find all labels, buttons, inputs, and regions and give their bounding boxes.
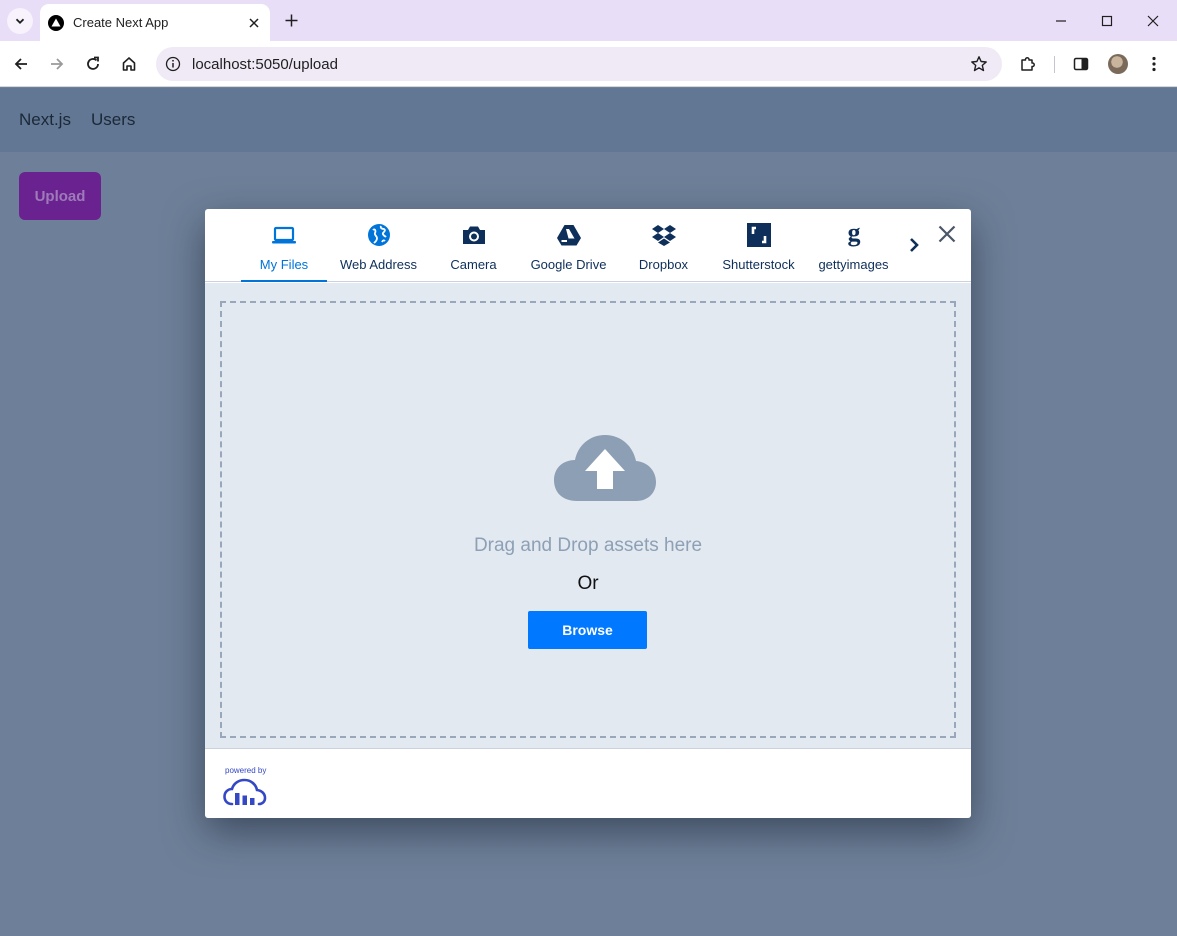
minimize-button[interactable] <box>1038 0 1084 41</box>
site-info-icon[interactable] <box>164 55 182 73</box>
powered-by-label: powered by <box>225 766 267 775</box>
drop-zone[interactable]: Drag and Drop assets here Or Browse <box>220 301 956 738</box>
browse-button[interactable]: Browse <box>528 611 647 649</box>
svg-text:g: g <box>847 222 860 247</box>
side-panel-button[interactable] <box>1067 50 1095 78</box>
browser-toolbar: localhost:5050/upload <box>0 41 1177 87</box>
browser-tab-strip: Create Next App <box>0 0 1177 41</box>
tab-my-files[interactable]: My Files <box>241 209 327 282</box>
camera-icon <box>461 222 487 248</box>
drop-instructions: Drag and Drop assets here <box>473 535 703 556</box>
chevron-down-icon <box>15 18 25 24</box>
extensions-button[interactable] <box>1014 50 1042 78</box>
close-window-button[interactable] <box>1130 0 1176 41</box>
side-panel-icon <box>1073 57 1089 71</box>
toolbar-divider <box>1054 56 1055 73</box>
tab-label: Camera <box>450 257 497 272</box>
back-button[interactable] <box>7 50 35 78</box>
more-vertical-icon <box>1152 56 1156 72</box>
profile-avatar[interactable] <box>1108 54 1128 74</box>
drop-area: Drag and Drop assets here Or Browse <box>205 283 971 749</box>
close-icon <box>1147 15 1159 26</box>
tab-dropbox[interactable]: Dropbox <box>616 209 711 282</box>
globe-icon <box>366 222 392 248</box>
home-button[interactable] <box>115 50 143 78</box>
tab-close-icon[interactable] <box>244 13 264 33</box>
browser-menu-button[interactable] <box>1140 50 1168 78</box>
nav-link-nextjs[interactable]: Next.js <box>19 110 71 130</box>
reload-button[interactable] <box>79 50 107 78</box>
tab-shutterstock[interactable]: Shutterstock <box>711 209 806 282</box>
gettyimages-icon: g <box>841 222 867 248</box>
chevron-right-icon <box>910 238 919 252</box>
laptop-icon <box>271 222 297 248</box>
home-icon <box>122 57 136 71</box>
cloud-upload-icon <box>554 435 656 501</box>
puzzle-icon <box>1021 57 1035 71</box>
tab-web-address[interactable]: Web Address <box>331 209 426 282</box>
browser-tab[interactable]: Create Next App <box>40 4 270 41</box>
arrow-left-icon <box>14 58 27 70</box>
url-text[interactable]: localhost:5050/upload <box>192 56 968 73</box>
tab-label: My Files <box>259 257 309 272</box>
address-bar[interactable]: localhost:5050/upload <box>156 47 1002 81</box>
tab-gettyimages[interactable]: g gettyimages <box>806 209 901 282</box>
nextjs-favicon-icon <box>48 14 64 31</box>
app-navbar: Next.js Users <box>0 88 1177 152</box>
shutterstock-icon <box>746 222 772 248</box>
source-tabs: My Files Web Address Camera Google Drive <box>205 209 971 282</box>
tab-search-button[interactable] <box>7 8 33 34</box>
maximize-icon <box>1101 15 1113 26</box>
dropbox-icon <box>651 222 677 248</box>
forward-button[interactable] <box>43 50 71 78</box>
nav-link-users[interactable]: Users <box>91 110 135 130</box>
tab-label: Shutterstock <box>722 257 795 272</box>
bookmark-star-icon[interactable] <box>968 53 990 75</box>
tab-title: Create Next App <box>73 15 169 30</box>
maximize-button[interactable] <box>1084 0 1130 41</box>
new-tab-button[interactable] <box>280 9 302 31</box>
tab-label: Web Address <box>339 257 418 272</box>
tab-label: Dropbox <box>638 257 689 272</box>
tab-label: Google Drive <box>530 257 607 272</box>
tab-google-drive[interactable]: Google Drive <box>521 209 616 282</box>
tab-label: gettyimages <box>818 257 889 272</box>
upload-button[interactable]: Upload <box>19 172 101 220</box>
upload-widget-modal: My Files Web Address Camera Google Drive <box>205 209 971 818</box>
arrow-right-icon <box>51 58 64 70</box>
widget-close-button[interactable] <box>935 222 959 246</box>
reload-icon <box>87 56 99 70</box>
plus-icon <box>285 14 297 26</box>
tab-camera[interactable]: Camera <box>426 209 521 282</box>
or-separator: Or <box>577 573 599 594</box>
cloudinary-logo-icon[interactable] <box>223 778 267 806</box>
more-sources-arrow[interactable] <box>905 234 923 256</box>
close-icon <box>938 225 956 243</box>
minimize-icon <box>1056 19 1066 22</box>
google-drive-icon <box>556 222 582 248</box>
